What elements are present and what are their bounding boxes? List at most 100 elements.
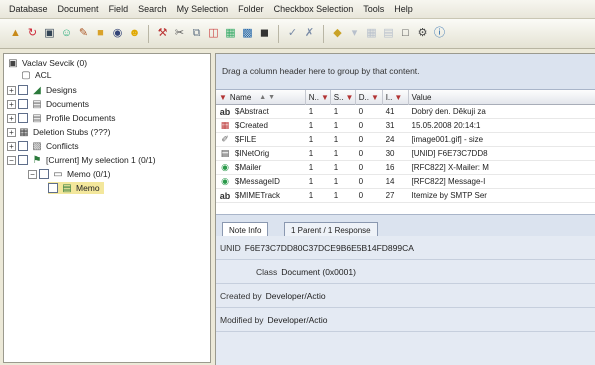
tree-checkbox[interactable] [18, 99, 28, 109]
tree-checkbox[interactable] [18, 141, 28, 151]
collapse-icon[interactable]: − [7, 155, 16, 165]
edit-icon[interactable]: ✎ [76, 26, 91, 41]
tab-parent-response[interactable]: 1 Parent / 1 Response [284, 222, 378, 237]
tree-item-designs[interactable]: + ◢ Designs [7, 84, 77, 96]
table-row[interactable]: ab $Abstract 1 1 0 41 Dobrý den. Děkuji z… [216, 105, 595, 119]
sort-ascending-icon[interactable]: ▲ ▼ [259, 94, 275, 101]
filter-icon[interactable]: ▼ [345, 93, 353, 102]
emoticon-icon[interactable]: ☻ [127, 26, 142, 41]
field-name: $Created [235, 121, 268, 130]
expand-icon[interactable]: + [7, 113, 16, 123]
table-row[interactable]: ▦ $Created 1 1 0 31 15.05.2008 20:14:1 [216, 119, 595, 133]
menu-help[interactable]: Help [389, 4, 418, 14]
tree-item-label: Conflicts [46, 141, 79, 151]
cell-d: 0 [358, 149, 364, 158]
cell-value: Itemize by SMTP Ser [411, 191, 487, 200]
scissors-icon[interactable]: ✂ [172, 26, 187, 41]
tree-item-conflicts[interactable]: + ▧ Conflicts [7, 140, 79, 152]
expand-icon[interactable]: + [7, 99, 16, 109]
copy-icon[interactable]: ⧉ [189, 26, 204, 41]
grid-icon[interactable]: ▦ [364, 26, 379, 41]
menu-field[interactable]: Field [104, 4, 134, 14]
table-row[interactable]: ◉ $MessageID 1 1 0 14 [RFC822] Message-I [216, 175, 595, 189]
tree-item-memo-folder[interactable]: − ▭ Memo (0/1) [28, 168, 110, 180]
table-row[interactable]: ✐ $FILE 1 1 0 24 [image001.gif] - size [216, 133, 595, 147]
folder-icon[interactable]: ■ [93, 26, 108, 41]
globe-field-icon: ◉ [221, 176, 229, 186]
tree-item-profile-documents[interactable]: + ▤ Profile Documents [7, 112, 115, 124]
move-down-icon[interactable]: ▾ [347, 26, 362, 41]
menu-my-selection[interactable]: My Selection [172, 4, 234, 14]
settings-icon[interactable]: ⚙ [415, 26, 430, 41]
cell-s: 1 [333, 191, 339, 200]
expand-icon[interactable]: + [7, 127, 16, 137]
tree-item-deletion-stubs[interactable]: + ▦ Deletion Stubs (???) [7, 126, 111, 138]
column-l-header[interactable]: I.. ▼ [383, 89, 409, 105]
column-n-header[interactable]: N.. ▼ [306, 89, 331, 105]
tree-item-memo[interactable]: ▤ Memo [48, 182, 104, 194]
menu-database[interactable]: Database [4, 4, 53, 14]
smiley-icon[interactable]: ☺ [59, 26, 74, 41]
column-s-header[interactable]: S.. ▼ [331, 89, 356, 105]
menu-search[interactable]: Search [133, 4, 172, 14]
tree-item-my-selection[interactable]: − ⚑ [Current] My selection 1 (0/1) [7, 154, 156, 166]
menu-folder[interactable]: Folder [233, 4, 269, 14]
refresh-icon[interactable]: ↻ [25, 26, 40, 41]
cell-d: 0 [358, 135, 364, 144]
check-icon[interactable]: ✓ [285, 26, 300, 41]
open-database-icon[interactable]: ▲ [8, 26, 23, 41]
table-row[interactable]: ab $MIMETrack 1 1 0 27 Itemize by SMTP Se… [216, 189, 595, 203]
filter-icon[interactable]: ▼ [219, 93, 227, 102]
properties-icon[interactable]: ▣ [42, 26, 57, 41]
column-d-header[interactable]: D.. ▼ [356, 89, 383, 105]
menu-checkbox-selection[interactable]: Checkbox Selection [269, 4, 359, 14]
tools-icon[interactable]: ⚒ [155, 26, 170, 41]
delete-icon[interactable]: ◼ [257, 26, 272, 41]
tree-item-label: Designs [46, 85, 77, 95]
filter-icon[interactable]: ▼ [394, 93, 402, 102]
group-by-hint: Drag a column header here to group by th… [216, 54, 595, 90]
collapse-icon[interactable]: − [28, 169, 37, 179]
cell-n: 1 [308, 177, 314, 186]
globe-field-icon: ◉ [221, 162, 229, 172]
cell-length: 30 [385, 149, 395, 158]
filter-icon[interactable]: ▼ [371, 93, 379, 102]
column-value-header[interactable]: Value [409, 90, 595, 105]
lock-icon: ▢ [21, 69, 31, 81]
tree-checkbox[interactable] [18, 155, 28, 165]
move-icon[interactable]: ◆ [330, 26, 345, 41]
menu-tools[interactable]: Tools [358, 4, 389, 14]
folder-icon: ▭ [53, 168, 63, 180]
bookmark-icon[interactable]: ▩ [240, 26, 255, 41]
search-icon[interactable]: ◉ [110, 26, 125, 41]
tree-item-documents[interactable]: + ▤ Documents [7, 98, 89, 110]
menu-document[interactable]: Document [53, 4, 104, 14]
field-name: $MIMETrack [235, 191, 281, 200]
tree-checkbox[interactable] [18, 85, 28, 95]
cell-d: 0 [358, 107, 364, 116]
unid-value: F6E73C7DD80C37DCE9B6E5B14FD899CA [244, 242, 414, 253]
tree-root[interactable]: ▣ Vaclav Sevcik (0) [7, 57, 87, 69]
tree-checkbox[interactable] [18, 113, 28, 123]
tree-item-acl[interactable]: ▢ ACL [20, 69, 51, 81]
expand-icon[interactable]: + [7, 141, 16, 151]
table-row[interactable]: ◉ $Mailer 1 1 0 16 [RFC822] X-Mailer: M [216, 161, 595, 175]
tree-checkbox[interactable] [48, 183, 58, 193]
calendar-icon[interactable]: ▦ [223, 26, 238, 41]
help-icon[interactable]: ⓘ [432, 26, 447, 41]
column-label: S.. [333, 92, 344, 102]
menu-bar: Database Document Field Search My Select… [0, 0, 595, 19]
paste-icon[interactable]: ◫ [206, 26, 221, 41]
text-field-icon: ab [219, 190, 231, 201]
list-icon[interactable]: ▤ [381, 26, 396, 41]
field-name: $MessageID [235, 177, 280, 186]
tree-checkbox[interactable] [39, 169, 49, 179]
window-icon[interactable]: □ [398, 26, 413, 41]
column-name-header[interactable]: ▼ Name ▲ ▼ [216, 89, 306, 105]
expand-icon[interactable]: + [7, 85, 16, 95]
cell-value: [image001.gif] - size [411, 135, 484, 144]
filter-icon[interactable]: ▼ [321, 93, 329, 102]
cell-d: 0 [358, 177, 364, 186]
close-icon[interactable]: ✗ [302, 26, 317, 41]
table-row[interactable]: ▤ $INetOrig 1 1 0 30 [UNID] F6E73C7DD8 [216, 147, 595, 161]
